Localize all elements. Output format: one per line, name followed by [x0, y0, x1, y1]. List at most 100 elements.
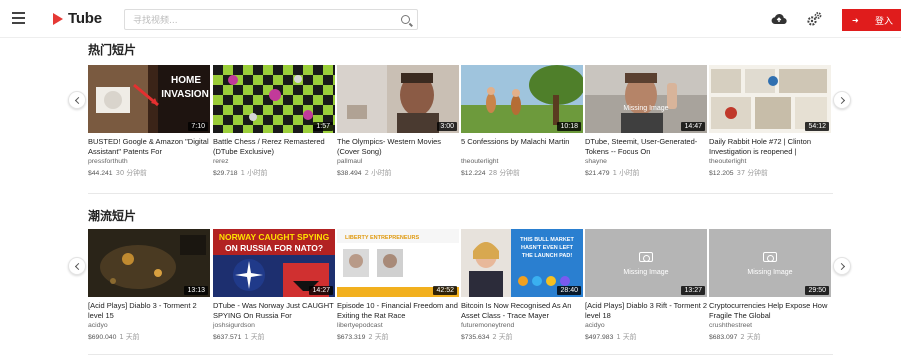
video-meta: $38.494 2 小时前	[337, 167, 459, 177]
scroll-left-arrow-icon[interactable]	[68, 257, 86, 275]
video-card[interactable]: LIBERTY ENTREPRENEURS 42:52 Episode 10 -…	[337, 229, 459, 341]
video-card[interactable]: Missing Image 29:50 Cryptocurrencies Hel…	[709, 229, 831, 341]
video-meta: $735.634 2 天前	[461, 331, 583, 341]
video-price: $637.571	[213, 334, 242, 341]
video-meta: $673.319 2 天前	[337, 331, 459, 341]
video-price: $497.983	[585, 334, 614, 341]
video-meta: $497.983 1 天前	[585, 331, 707, 341]
video-title[interactable]: DTube, Steemit, User-Generated-Tokens --…	[585, 137, 707, 157]
video-author[interactable]: futuremoneytrend	[461, 322, 583, 329]
video-thumbnail[interactable]: NORWAY CAUGHT SPYING ON RUSSIA FOR NATO?…	[213, 229, 335, 297]
video-thumbnail[interactable]: 10:18	[461, 65, 583, 133]
video-card[interactable]: Missing Image 13:27 [Acid Plays] Diablo …	[585, 229, 707, 341]
video-thumbnail[interactable]: 13:13	[88, 229, 210, 297]
video-thumbnail[interactable]: LIBERTY ENTREPRENEURS 42:52	[337, 229, 459, 297]
video-title[interactable]: BUSTED! Google & Amazon "Digital Assista…	[88, 137, 210, 157]
settings-gears-icon[interactable]	[806, 11, 822, 27]
video-author[interactable]: shayne	[585, 158, 707, 165]
login-button[interactable]: ➜ 登入	[842, 9, 901, 31]
video-title[interactable]: [Acid Plays] Diablo 3 Rift - Torment 2 l…	[585, 301, 707, 321]
video-thumbnail[interactable]: THIS BULL MARKET HASN'T EVEN LEFT THE LA…	[461, 229, 583, 297]
camera-icon	[763, 252, 777, 262]
video-price: $690.040	[88, 334, 117, 341]
video-author[interactable]: pressforthuth	[88, 158, 210, 165]
video-card[interactable]: 1:57 Battle Chess / Rerez Remastered (DT…	[213, 65, 335, 177]
duration-badge: 7:10	[188, 122, 208, 131]
logo[interactable]: Tube	[53, 10, 102, 27]
duration-badge: 13:27	[681, 286, 705, 295]
video-thumbnail[interactable]: 1:57	[213, 65, 335, 133]
thumb-text-line: INVASION	[161, 89, 209, 100]
missing-image-label: Missing Image	[747, 269, 793, 276]
video-author[interactable]: joshsigurdson	[213, 322, 335, 329]
video-meta: $637.571 1 天前	[213, 331, 335, 341]
video-time: 2 天前	[368, 333, 389, 341]
scroll-left-arrow-icon[interactable]	[68, 91, 86, 109]
thumb-text-line: NORWAY CAUGHT SPYING	[219, 232, 330, 242]
video-card[interactable]: NORWAY CAUGHT SPYING ON RUSSIA FOR NATO?…	[213, 229, 335, 341]
thumb-text-line: THE LAUNCH PAD!	[522, 253, 572, 259]
video-card[interactable]: 3:00 The Olympics- Western Movies (Cover…	[337, 65, 459, 177]
video-author[interactable]: theouterlight	[461, 158, 583, 165]
video-author[interactable]: pallmaul	[337, 158, 459, 165]
video-price: $29.718	[213, 170, 238, 177]
video-title[interactable]: DTube - Was Norway Just CAUGHT SPYING On…	[213, 301, 335, 321]
video-time: 1 天前	[119, 333, 140, 341]
video-title[interactable]: Episode 10 - Financial Freedom and Exiti…	[337, 301, 459, 321]
video-price: $735.634	[461, 334, 490, 341]
cloud-upload-icon[interactable]	[771, 12, 787, 26]
duration-badge: 54:12	[805, 122, 829, 131]
hamburger-menu-icon[interactable]	[12, 12, 25, 24]
video-title[interactable]: Bitcoin Is Now Recognised As An Asset Cl…	[461, 301, 583, 321]
video-row-trending: 13:13 [Acid Plays] Diablo 3 - Torment 2 …	[88, 229, 833, 349]
duration-badge: 14:27	[309, 286, 333, 295]
logo-text: Tube	[68, 10, 102, 27]
video-thumbnail[interactable]: 54:12	[709, 65, 831, 133]
thumb-text-line: ON RUSSIA FOR NATO?	[225, 243, 323, 253]
video-meta: $12.224 28 分钟前	[461, 167, 583, 177]
video-card[interactable]: Missing Image 14:47 DTube, Steemit, User…	[585, 65, 707, 177]
video-card[interactable]: 13:13 [Acid Plays] Diablo 3 - Torment 2 …	[88, 229, 210, 341]
video-author[interactable]: rerez	[213, 158, 335, 165]
video-author[interactable]: crushthestreet	[709, 322, 831, 329]
scroll-right-arrow-icon[interactable]	[833, 91, 851, 109]
video-thumbnail[interactable]: 3:00	[337, 65, 459, 133]
video-author[interactable]: acidyo	[88, 322, 210, 329]
video-author[interactable]: libertyepodcast	[337, 322, 459, 329]
thumb-text-line: HOME	[171, 75, 201, 86]
search-icon[interactable]	[401, 15, 410, 24]
video-title[interactable]: The Olympics- Western Movies (Cover Song…	[337, 137, 459, 157]
duration-badge: 1:57	[313, 122, 333, 131]
video-time: 1 小时前	[240, 169, 268, 177]
duration-badge: 3:00	[437, 122, 457, 131]
duration-badge: 42:52	[433, 286, 457, 295]
video-thumbnail[interactable]: HOME INVASION 7:10	[88, 65, 210, 133]
video-card[interactable]: 54:12 Daily Rabbit Hole #72 | Clinton In…	[709, 65, 831, 177]
video-price: $38.494	[337, 170, 362, 177]
video-card[interactable]: HOME INVASION 7:10 BUSTED! Google & Amaz…	[88, 65, 210, 177]
video-price: $21.479	[585, 170, 610, 177]
video-card[interactable]: THIS BULL MARKET HASN'T EVEN LEFT THE LA…	[461, 229, 583, 341]
top-bar: Tube ➜ 登入	[0, 0, 901, 38]
video-thumbnail[interactable]: Missing Image 29:50	[709, 229, 831, 297]
video-author[interactable]: theouterlight	[709, 158, 831, 165]
video-time: 1 天前	[616, 333, 637, 341]
scroll-right-arrow-icon[interactable]	[833, 257, 851, 275]
video-title[interactable]: 5 Confessions by Malachi Martin	[461, 137, 583, 157]
video-thumbnail[interactable]: Missing Image 14:47	[585, 65, 707, 133]
section-divider	[88, 193, 833, 194]
section-title-trending: 潮流短片	[88, 209, 137, 223]
video-title[interactable]: [Acid Plays] Diablo 3 - Torment 2 level …	[88, 301, 210, 321]
video-title[interactable]: Daily Rabbit Hole #72 | Clinton Investig…	[709, 137, 831, 157]
video-meta: $12.205 37 分钟前	[709, 167, 831, 177]
video-author[interactable]: acidyo	[585, 322, 707, 329]
video-title[interactable]: Battle Chess / Rerez Remastered (DTube E…	[213, 137, 335, 157]
video-title[interactable]: Cryptocurrencies Help Expose How Fragile…	[709, 301, 831, 321]
duration-badge: 10:18	[557, 122, 581, 131]
video-time: 2 天前	[740, 333, 761, 341]
search-input[interactable]	[125, 11, 385, 31]
duration-badge: 13:13	[184, 286, 208, 295]
video-thumbnail[interactable]: Missing Image 13:27	[585, 229, 707, 297]
video-card[interactable]: 10:18 5 Confessions by Malachi Martin th…	[461, 65, 583, 177]
video-time: 2 小时前	[364, 169, 392, 177]
